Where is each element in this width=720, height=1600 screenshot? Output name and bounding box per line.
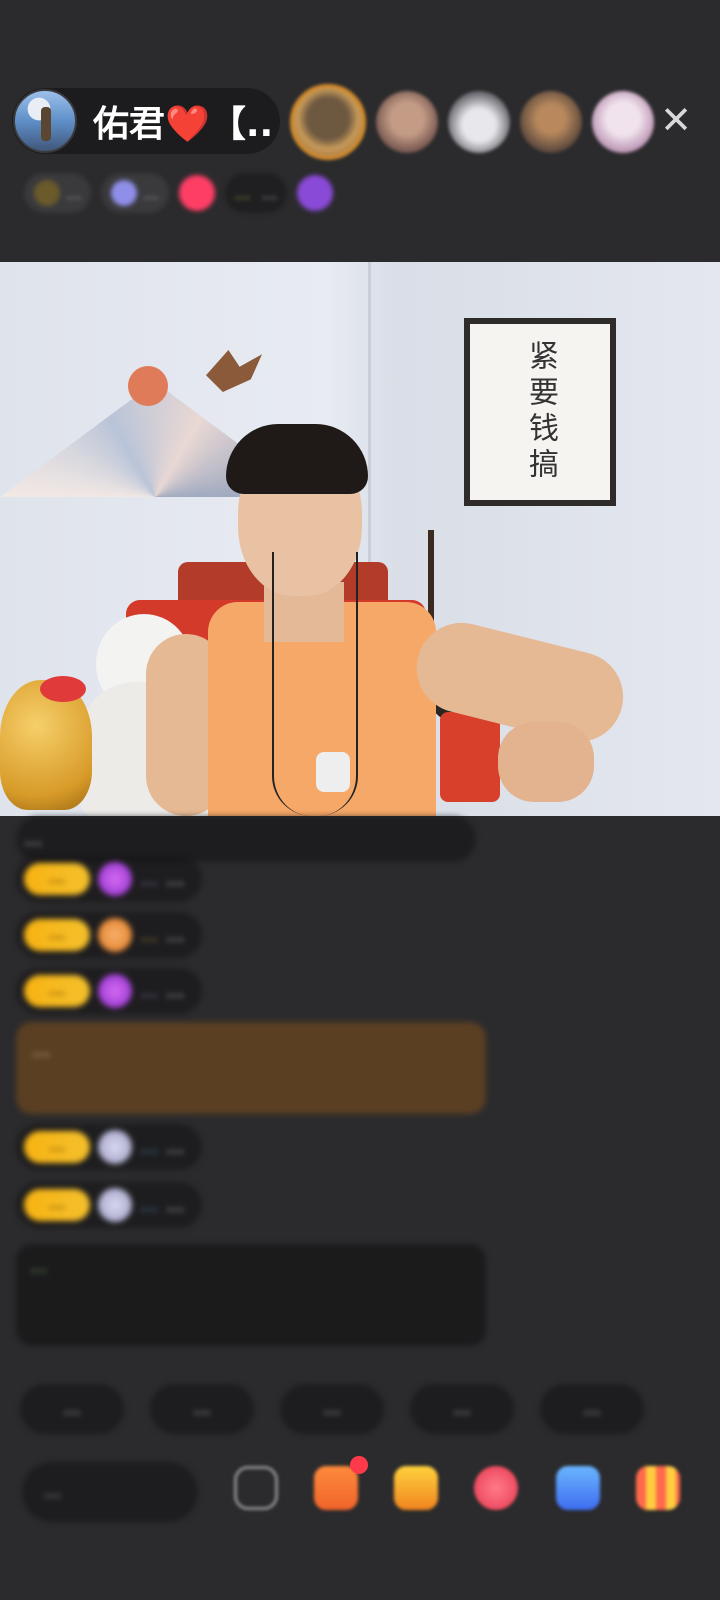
stat-chip-label: ... bbox=[143, 183, 159, 203]
quick-reply-button[interactable]: ... bbox=[20, 1384, 124, 1434]
quick-reply-button[interactable]: ... bbox=[280, 1384, 384, 1434]
comment-text: ... bbox=[166, 1194, 185, 1216]
stat-chip[interactable]: ... bbox=[24, 173, 92, 213]
decor-leaf bbox=[206, 350, 262, 392]
comment-item[interactable]: ... ... ... bbox=[16, 968, 203, 1014]
level-badge: ... bbox=[24, 1189, 90, 1221]
stats-bar: ... ... ...... bbox=[24, 170, 334, 216]
viewer-avatar[interactable] bbox=[448, 91, 510, 153]
comment-username[interactable]: ... bbox=[140, 1136, 158, 1158]
comment-text: ... bbox=[166, 980, 185, 1002]
heart-icon[interactable] bbox=[474, 1466, 518, 1510]
viewer-avatar[interactable] bbox=[520, 91, 582, 153]
top-viewers bbox=[290, 82, 654, 162]
calligraphy-text: 紧要钱搞 bbox=[523, 340, 558, 484]
comment-item[interactable]: ... ... ... bbox=[16, 1124, 203, 1170]
bottom-action-bar: ... bbox=[22, 1456, 712, 1528]
quick-reply-button[interactable]: ... bbox=[410, 1384, 514, 1434]
gold-kitty-figure bbox=[0, 680, 92, 810]
comment-username[interactable]: ... bbox=[140, 1194, 158, 1216]
system-notice-text: ... bbox=[30, 1256, 48, 1277]
viewer-avatar[interactable] bbox=[592, 91, 654, 153]
diamond-icon bbox=[98, 974, 132, 1008]
cushion bbox=[440, 712, 500, 802]
viewer-avatar[interactable] bbox=[376, 91, 438, 153]
person-hair bbox=[226, 424, 368, 494]
badge-icon[interactable] bbox=[297, 175, 334, 211]
live-stream-screen: 佑君❤️【... ✕ ... ... ...... 紧要钱搞 ... ... .… bbox=[0, 0, 720, 1600]
more-grid-icon[interactable] bbox=[636, 1466, 680, 1510]
quick-reply-row: ... ... ... ... ... bbox=[20, 1384, 644, 1434]
comment-item[interactable]: ... ... ... bbox=[16, 856, 203, 902]
comment-text: ... bbox=[24, 828, 43, 850]
comment-item[interactable]: ... ... ... bbox=[16, 912, 203, 958]
highlight-comment[interactable]: ... bbox=[16, 1022, 486, 1114]
comment-text: ... bbox=[166, 924, 185, 946]
level-badge: ... bbox=[24, 975, 90, 1007]
gift-icon[interactable] bbox=[314, 1466, 358, 1510]
system-notice: ... bbox=[16, 1244, 486, 1346]
decor-sun bbox=[128, 366, 168, 406]
user-avatar-icon bbox=[98, 1188, 132, 1222]
rank-icon bbox=[34, 180, 60, 206]
comment-item[interactable]: ... ... ... bbox=[16, 1182, 203, 1228]
fan-badge-icon bbox=[98, 918, 132, 952]
comment-text: ... bbox=[32, 1039, 51, 1061]
host-avatar[interactable] bbox=[13, 89, 77, 153]
comment-text: ... bbox=[166, 1136, 185, 1158]
level-badge: ... bbox=[24, 919, 90, 951]
comment-username[interactable]: ... bbox=[140, 924, 158, 946]
kitty-bow bbox=[40, 676, 86, 702]
treasure-box-icon[interactable] bbox=[394, 1466, 438, 1510]
level-badge: ... bbox=[24, 863, 90, 895]
stat-chip-label: ... bbox=[261, 183, 278, 203]
quick-reply-button[interactable]: ... bbox=[150, 1384, 254, 1434]
user-avatar-icon bbox=[98, 1130, 132, 1164]
close-icon[interactable]: ✕ bbox=[656, 100, 696, 140]
notification-dot bbox=[350, 1456, 368, 1474]
video-feed[interactable]: 紧要钱搞 bbox=[0, 262, 720, 816]
host-info-pill[interactable]: 佑君❤️【... bbox=[12, 88, 280, 154]
comment-username[interactable]: ... bbox=[140, 868, 158, 890]
badge-icon[interactable] bbox=[178, 175, 215, 211]
fan-icon bbox=[111, 180, 138, 206]
emoji-icon[interactable] bbox=[234, 1466, 278, 1510]
person-hand bbox=[498, 722, 594, 802]
viewer-avatar[interactable] bbox=[290, 84, 366, 160]
diamond-icon bbox=[98, 862, 132, 896]
stat-chip-label: ... bbox=[66, 183, 82, 203]
calligraphy-frame: 紧要钱搞 bbox=[464, 318, 616, 506]
chat-icon[interactable] bbox=[556, 1466, 600, 1510]
stat-chip[interactable]: ...... bbox=[224, 173, 288, 213]
stat-chip-label: ... bbox=[234, 183, 250, 203]
host-name: 佑君❤️【... bbox=[93, 104, 273, 145]
stat-chip[interactable]: ... bbox=[101, 173, 169, 213]
quick-reply-button[interactable]: ... bbox=[540, 1384, 644, 1434]
comment-username[interactable]: ... bbox=[140, 980, 158, 1002]
level-badge: ... bbox=[24, 1131, 90, 1163]
comment-text: ... bbox=[166, 868, 185, 890]
chat-input[interactable]: ... bbox=[22, 1462, 198, 1522]
shirt-emblem bbox=[316, 752, 350, 792]
